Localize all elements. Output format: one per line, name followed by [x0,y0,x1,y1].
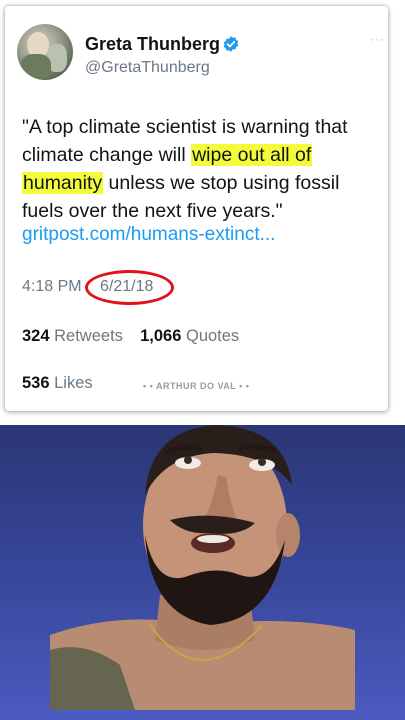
highlighted-text: wipe out all of [191,144,313,166]
likes-count[interactable]: 536 [22,374,50,392]
watermark: • • ARTHUR DO VAL • • [143,381,250,391]
quotes-count[interactable]: 1,066 [140,327,181,345]
red-circle-annotation [85,270,174,305]
more-dots-icon[interactable]: ··· [370,32,385,46]
video-frame [0,425,405,720]
retweets-label[interactable]: Retweets [54,327,123,345]
author-name[interactable]: Greta Thunberg [85,34,220,55]
tweet-card: Greta Thunberg @GretaThunberg ··· "A top… [5,6,388,411]
quotes-label[interactable]: Quotes [186,327,239,345]
tweet-screenshot-area: Greta Thunberg @GretaThunberg ··· "A top… [0,0,405,425]
tweet-time[interactable]: 4:18 PM [22,278,82,296]
verified-badge-icon [223,36,239,52]
retweets-count[interactable]: 324 [22,327,50,345]
man-looking-up-photo [50,425,355,710]
engagement-stats: 324 Retweets 1,066 Quotes [22,327,239,346]
tweet-text: "A top climate scientist is warning that… [22,113,382,225]
tweet-link[interactable]: gritpost.com/humans-extinct... [22,224,275,246]
avatar-detail [21,54,51,80]
author-handle[interactable]: @GretaThunberg [85,59,210,77]
highlighted-text: humanity [22,172,104,194]
likes-label[interactable]: Likes [54,374,93,392]
likes-stat: 536 Likes [22,374,93,393]
avatar[interactable] [17,24,73,80]
